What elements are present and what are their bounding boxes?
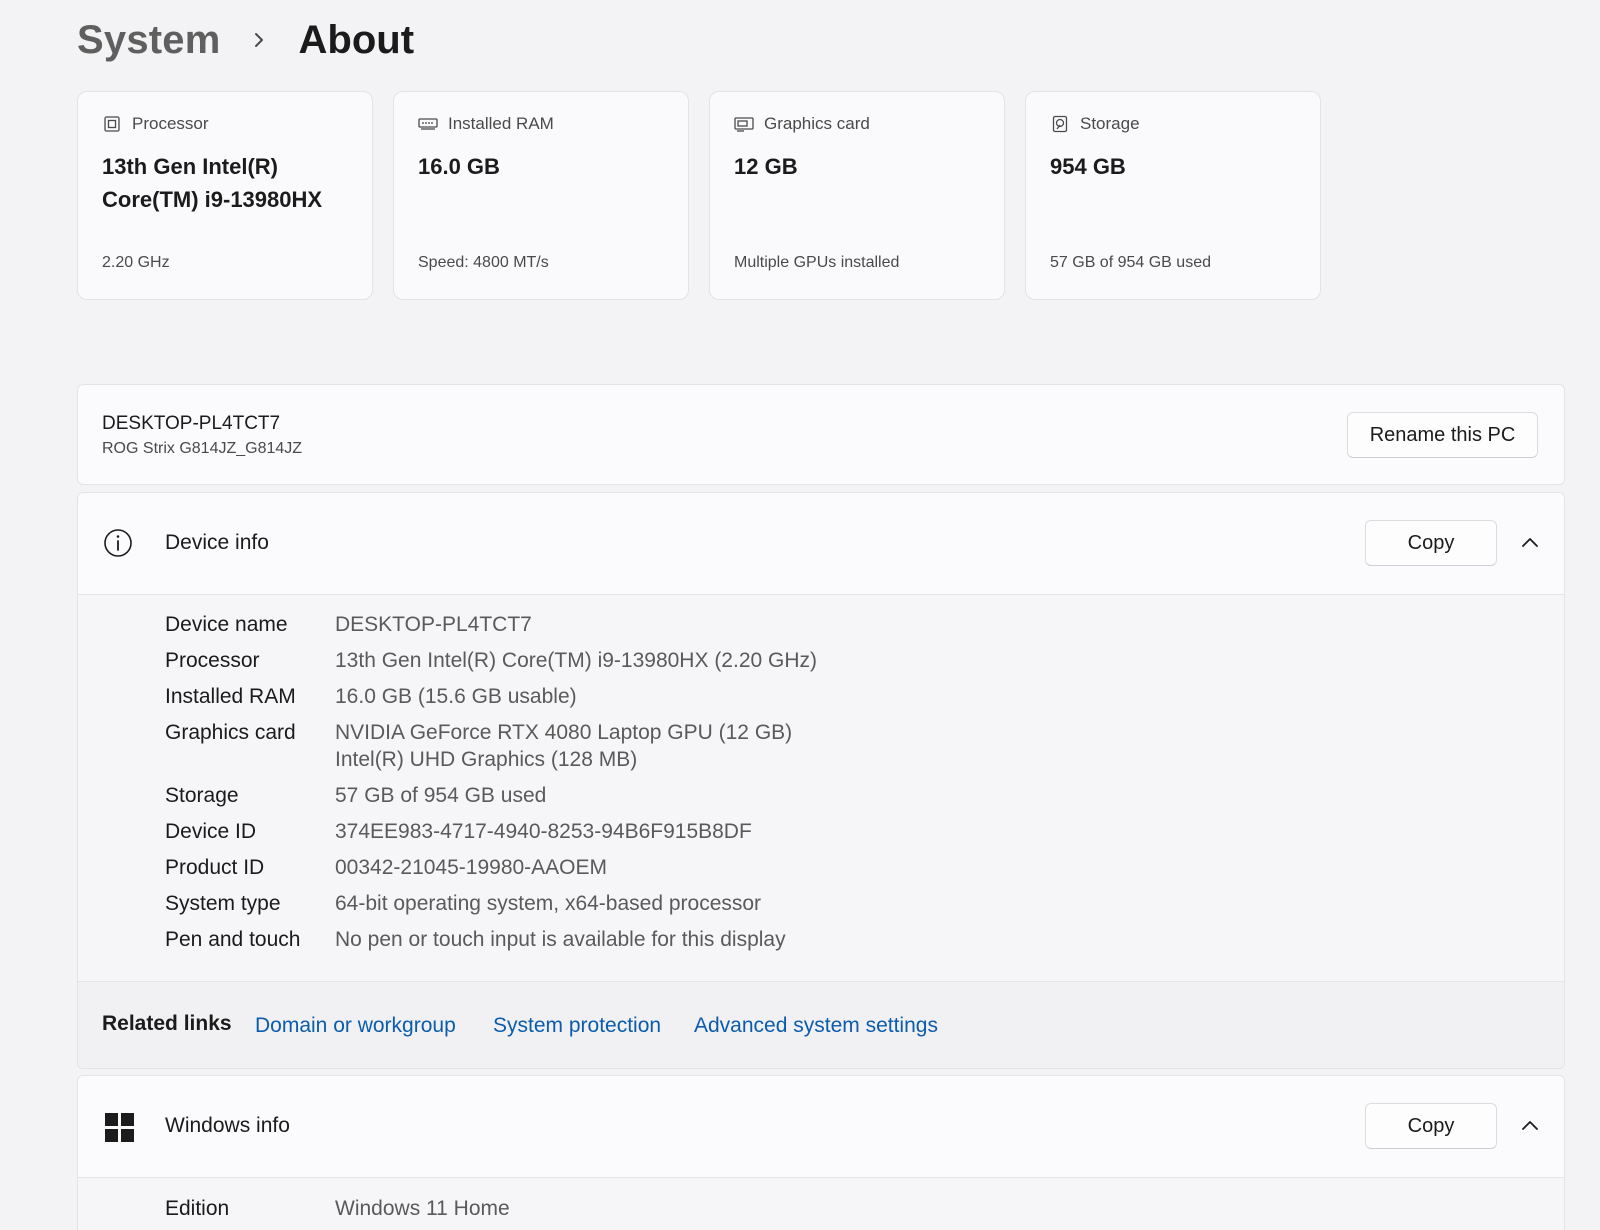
spec-label: Pen and touch bbox=[165, 928, 301, 951]
windows-info-title: Windows info bbox=[165, 1114, 290, 1137]
spec-row: Graphics card NVIDIA GeForce RTX 4080 La… bbox=[165, 719, 817, 773]
spec-label: Graphics card bbox=[165, 721, 296, 744]
storage-icon bbox=[1050, 114, 1070, 134]
pc-model: ROG Strix G814JZ_G814JZ bbox=[102, 440, 303, 457]
chevron-up-icon[interactable] bbox=[1518, 1114, 1542, 1138]
spec-row: Device ID 374EE983-4717-4940-8253-94B6F9… bbox=[165, 818, 817, 845]
card-label: Graphics card bbox=[764, 114, 870, 133]
spec-label: Device name bbox=[165, 613, 288, 636]
pc-name: DESKTOP-PL4TCT7 bbox=[102, 413, 281, 434]
breadcrumb: System About bbox=[77, 12, 414, 68]
spec-value: No pen or touch input is available for t… bbox=[335, 928, 786, 951]
spec-row: Edition Windows 11 Home bbox=[165, 1195, 510, 1222]
spec-label: System type bbox=[165, 892, 281, 915]
rename-pc-button[interactable]: Rename this PC bbox=[1347, 412, 1538, 458]
spec-value: NVIDIA GeForce RTX 4080 Laptop GPU (12 G… bbox=[335, 721, 793, 771]
card-value: 12 GB bbox=[734, 154, 798, 179]
device-info-header[interactable]: Device info Copy bbox=[78, 493, 1564, 595]
spec-row: Pen and touch No pen or touch input is a… bbox=[165, 926, 817, 953]
card-value: 13th Gen Intel(R) Core(TM) i9-13980HX bbox=[102, 154, 323, 212]
spec-value: 374EE983-4717-4940-8253-94B6F915B8DF bbox=[335, 820, 752, 843]
spec-label: Processor bbox=[165, 649, 260, 672]
spec-value: 57 GB of 954 GB used bbox=[335, 784, 547, 807]
card-subtext: 57 GB of 954 GB used bbox=[1050, 254, 1211, 271]
spec-value: DESKTOP-PL4TCT7 bbox=[335, 613, 532, 636]
spec-label: Installed RAM bbox=[165, 685, 296, 708]
device-specs: Device name DESKTOP-PL4TCT7 Processor 13… bbox=[165, 611, 817, 962]
pc-name-section: DESKTOP-PL4TCT7 ROG Strix G814JZ_G814JZ … bbox=[77, 384, 1565, 485]
spec-value: 64-bit operating system, x64-based proce… bbox=[335, 892, 762, 915]
card-label: Storage bbox=[1080, 114, 1140, 133]
spec-row: Product ID 00342-21045-19980-AAOEM bbox=[165, 854, 817, 881]
windows-info-panel: Windows info Copy Edition Windows 11 Hom… bbox=[77, 1075, 1565, 1230]
spec-value: 16.0 GB (15.6 GB usable) bbox=[335, 685, 577, 708]
related-links-label: Related links bbox=[102, 1012, 232, 1035]
device-info-panel: Device info Copy Device name DESKTOP-PL4… bbox=[77, 492, 1565, 1069]
graphics-card-icon bbox=[734, 114, 754, 134]
card-value: 16.0 GB bbox=[418, 154, 500, 179]
spec-value: Windows 11 Home bbox=[335, 1197, 510, 1220]
card-graphics: Graphics card 12 GB Multiple GPUs instal… bbox=[709, 91, 1005, 300]
card-subtext: Multiple GPUs installed bbox=[734, 254, 900, 271]
spec-label: Device ID bbox=[165, 820, 257, 843]
related-links: Related links Domain or workgroup System… bbox=[78, 981, 1564, 1068]
spec-row: Processor 13th Gen Intel(R) Core(TM) i9-… bbox=[165, 647, 817, 674]
spec-cards: Processor 13th Gen Intel(R) Core(TM) i9-… bbox=[77, 91, 1321, 300]
page-title: About bbox=[298, 17, 415, 62]
copy-device-info-button[interactable]: Copy bbox=[1365, 520, 1497, 566]
copy-windows-info-button[interactable]: Copy bbox=[1365, 1103, 1497, 1149]
spec-row: Device name DESKTOP-PL4TCT7 bbox=[165, 611, 817, 638]
breadcrumb-system[interactable]: System bbox=[77, 18, 221, 63]
link-advanced-system-settings[interactable]: Advanced system settings bbox=[694, 1014, 938, 1038]
processor-icon bbox=[102, 114, 122, 134]
card-value: 954 GB bbox=[1050, 154, 1126, 179]
card-label: Processor bbox=[132, 114, 209, 133]
card-subtext: Speed: 4800 MT/s bbox=[418, 254, 549, 271]
card-label: Installed RAM bbox=[448, 114, 554, 133]
ram-icon bbox=[418, 114, 438, 134]
windows-info-header[interactable]: Windows info Copy bbox=[78, 1076, 1564, 1178]
device-info-title: Device info bbox=[165, 531, 269, 554]
spec-label: Edition bbox=[165, 1197, 230, 1220]
card-subtext: 2.20 GHz bbox=[102, 254, 170, 271]
about-page: System About Processor 13th Gen Intel(R)… bbox=[0, 0, 1600, 1230]
chevron-up-icon[interactable] bbox=[1518, 531, 1542, 555]
link-domain-or-workgroup[interactable]: Domain or workgroup bbox=[255, 1014, 456, 1038]
spec-value: 13th Gen Intel(R) Core(TM) i9-13980HX (2… bbox=[335, 649, 818, 672]
spec-label: Storage bbox=[165, 784, 239, 807]
info-icon bbox=[104, 529, 132, 557]
spec-row: Storage 57 GB of 954 GB used bbox=[165, 782, 817, 809]
spec-row: System type 64-bit operating system, x64… bbox=[165, 890, 817, 917]
link-system-protection[interactable]: System protection bbox=[493, 1014, 661, 1038]
spec-row: Installed RAM 16.0 GB (15.6 GB usable) bbox=[165, 683, 817, 710]
spec-value: 00342-21045-19980-AAOEM bbox=[335, 856, 608, 879]
chevron-right-icon bbox=[237, 31, 281, 49]
spec-label: Product ID bbox=[165, 856, 265, 879]
card-storage: Storage 954 GB 57 GB of 954 GB used bbox=[1025, 91, 1321, 300]
card-processor: Processor 13th Gen Intel(R) Core(TM) i9-… bbox=[77, 91, 373, 300]
windows-logo-icon bbox=[105, 1113, 134, 1142]
card-ram: Installed RAM 16.0 GB Speed: 4800 MT/s bbox=[393, 91, 689, 300]
